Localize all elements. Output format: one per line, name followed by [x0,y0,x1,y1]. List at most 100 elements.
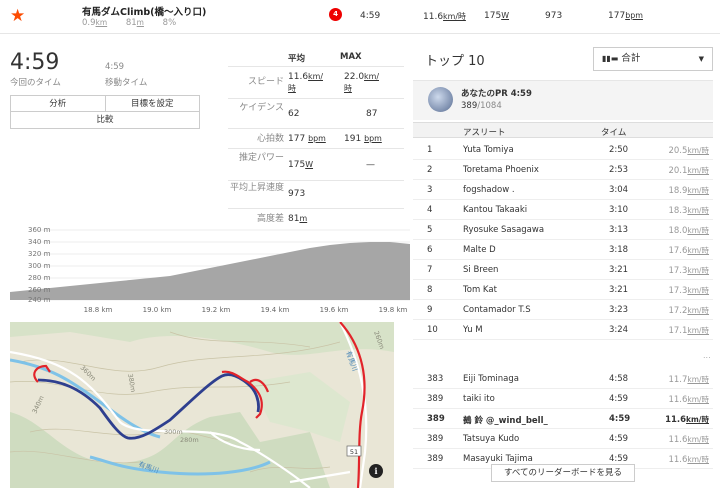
segment-distance: 0.9km [82,18,108,28]
set-goal-button[interactable]: 目標を設定 [104,96,199,111]
segment-time: 4:59 [360,11,381,21]
leaderboard-row[interactable]: 2 Toretama Phoenix 2:53 20.1km/時 [413,160,713,180]
stats-row-hr: 心拍数 177 bpm 191 bpm [228,128,404,148]
leaderboard-row[interactable]: 389 taiki ito 4:59 11.6km/時 [413,389,713,409]
leaderboard-row[interactable]: 1 Yuta Tomiya 2:50 20.5km/時 [413,140,713,160]
row-time: 4:59 [609,414,631,424]
row-speed: 20.5km/時 [668,146,709,156]
leaderboard-filter-dropdown[interactable]: ▮▮▬ 合計 ▼ [593,47,713,71]
row-athlete-name[interactable]: Eiji Tominaga [463,374,519,384]
segment-grade: 8% [162,18,177,28]
row-athlete-name[interactable]: Contamador T.S [463,305,531,315]
row-speed: 17.1km/時 [668,326,709,336]
row-time: 3:23 [609,305,629,315]
x-tick: 19.6 km [320,306,349,314]
leaderboard-filter-label: 合計 [621,53,641,64]
your-pr-box: あなたのPR 4:59 389/1084 [413,80,713,120]
row-speed: 11.6km/時 [668,395,709,405]
row-athlete-name[interactable]: Masayuki Tajima [463,454,533,464]
pr-rank: 389/1084 [461,101,502,111]
y-tick: 360 m [28,226,51,234]
elapsed-label: 今回のタイム [10,78,61,88]
elapsed-time: 4:59 [10,50,60,75]
row-rank: 389 [427,394,444,404]
row-time: 3:10 [609,205,629,215]
y-tick: 240 m [28,296,51,304]
row-athlete-name[interactable]: Ryosuke Sasagawa [463,225,544,235]
compare-button[interactable]: 比較 [11,112,199,128]
y-tick: 280 m [28,274,51,282]
y-tick: 300 m [28,262,51,270]
pr-title: あなたのPR 4:59 [461,89,532,99]
row-speed: 17.6km/時 [668,246,709,256]
row-athlete-name[interactable]: fogshadow . [463,185,515,195]
leaderboard-row[interactable]: 6 Malte D 3:18 17.6km/時 [413,240,713,260]
see-all-leaderboards-button[interactable]: すべてのリーダーボードを見る [491,464,635,482]
row-rank: 4 [427,205,433,215]
row-rank: 6 [427,245,433,255]
row-athlete-name[interactable]: Malte D [463,245,496,255]
leaderboard-row[interactable]: 9 Contamador T.S 3:23 17.2km/時 [413,300,713,320]
col-time-header: タイム [601,128,627,138]
row-rank: 7 [427,265,433,275]
leaderboard-row[interactable]: 7 Si Breen 3:21 17.3km/時 [413,260,713,280]
x-tick: 18.8 km [84,306,113,314]
row-time: 2:50 [609,145,629,155]
y-tick: 260 m [28,286,51,294]
segment-elev-gain: 81m [125,18,144,28]
map-contour-label: 300m [164,428,183,436]
route-number: 51 [350,448,358,456]
segment-name[interactable]: 有馬ダムClimb(橋〜入り口) [82,4,206,18]
row-athlete-name[interactable]: Toretama Phoenix [463,165,539,175]
bar-chart-icon: ▮▮▬ [602,54,619,63]
row-rank: 389 [427,414,445,424]
row-speed: 20.1km/時 [668,166,709,176]
row-athlete-name[interactable]: taiki ito [463,394,495,404]
leaderboard-row[interactable]: 4 Kantou Takaaki 3:10 18.3km/時 [413,200,713,220]
row-speed: 18.0km/時 [668,226,709,236]
elevation-chart[interactable]: 360 m 340 m 320 m 300 m 280 m 260 m 240 … [10,226,410,316]
row-rank: 389 [427,454,444,464]
row-athlete-name[interactable]: Si Breen [463,265,498,275]
stats-row-elev: 高度差 81m [228,208,404,228]
row-athlete-name[interactable]: 鵺 鈴 @_wind_bell_ [463,414,548,426]
row-speed: 11.6km/時 [665,415,709,425]
segment-hr: 177bpm [608,11,643,21]
row-time: 4:58 [609,374,629,384]
segment-power: 175W [484,11,510,21]
leaderboard-row[interactable]: 383 Eiji Tominaga 4:58 11.7km/時 [413,369,713,389]
row-time: 3:04 [609,185,629,195]
leaderboard-row[interactable]: 10 Yu M 3:24 17.1km/時 [413,320,713,340]
row-athlete-name[interactable]: Kantou Takaaki [463,205,527,215]
map-info-glyph: i [374,466,377,476]
segment-map[interactable]: 360m 380m 340m 300m 280m 260m 有馬川 有馬川 51… [10,322,394,488]
moving-label: 移動タイム [105,78,148,88]
row-athlete-name[interactable]: Tatsuya Kudo [463,434,519,444]
leaderboard-row[interactable]: 389 鵺 鈴 @_wind_bell_ 4:59 11.6km/時 [413,409,713,429]
row-speed: 11.6km/時 [668,455,709,465]
row-rank: 5 [427,225,433,235]
avatar[interactable] [428,87,453,112]
leaderboard-row[interactable]: 3 fogshadow . 3:04 18.9km/時 [413,180,713,200]
row-rank: 383 [427,374,444,384]
analysis-button[interactable]: 分析 [11,96,105,111]
leaderboard-row[interactable]: 8 Tom Kat 3:21 17.3km/時 [413,280,713,300]
row-athlete-name[interactable]: Tom Kat [463,285,497,295]
leaderboard-row[interactable]: 389 Tatsuya Kudo 4:59 11.6km/時 [413,429,713,449]
row-time: 3:24 [609,325,629,335]
row-time: 3:21 [609,285,629,295]
star-icon[interactable]: ★ [10,7,25,25]
row-speed: 17.3km/時 [668,286,709,296]
stats-avg-header: 平均 [288,54,306,64]
leaderboard-ellipsis: ... [703,351,711,360]
row-athlete-name[interactable]: Yu M [463,325,483,335]
row-speed: 17.3km/時 [668,266,709,276]
leaderboard-row[interactable]: 5 Ryosuke Sasagawa 3:13 18.0km/時 [413,220,713,240]
x-tick: 19.2 km [202,306,231,314]
row-time: 2:53 [609,165,629,175]
row-athlete-name[interactable]: Yuta Tomiya [463,145,514,155]
elevation-area [10,242,410,300]
moving-time: 4:59 [105,62,125,72]
row-rank: 9 [427,305,433,315]
leaderboard-header: アスリート タイム [413,122,713,138]
